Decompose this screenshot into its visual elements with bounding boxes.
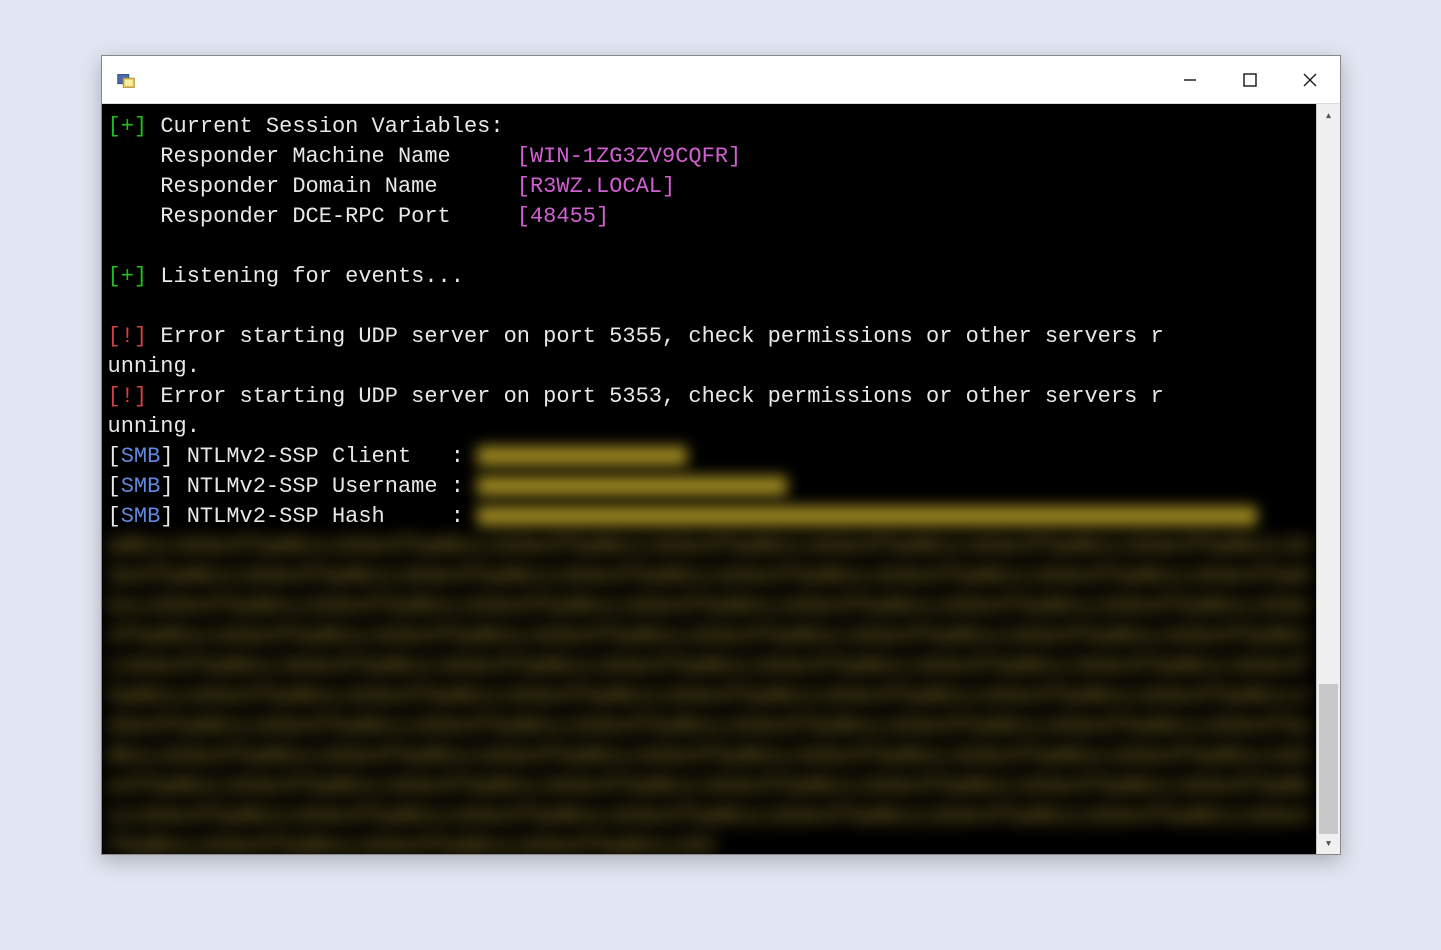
ok-prefix: [+] [108,114,161,139]
redacted-hash-inline: xxxxxxxxxxxxxxxxxxxxxxxxxxxxxxxxxxxxxxxx… [477,506,1257,526]
vertical-scrollbar[interactable]: ▴ ▾ [1316,104,1340,854]
smb-username-label: NTLMv2-SSP Username : [174,474,478,499]
close-button[interactable] [1280,56,1340,104]
terminal-area: [+] Current Session Variables: Responder… [102,104,1340,854]
listening-text: Listening for events... [160,264,464,289]
ok-prefix: [+] [108,264,161,289]
maximize-button[interactable] [1220,56,1280,104]
smb-tag-close: ] [160,474,173,499]
error-line-2a: Error starting UDP server on port 5353, … [160,384,1163,409]
scroll-thumb[interactable] [1319,684,1338,834]
smb-tag-close: ] [160,504,173,529]
minimize-button[interactable] [1160,56,1220,104]
smb-tag-close: ] [160,444,173,469]
smb-tag-open: [ [108,444,121,469]
terminal-window: [+] Current Session Variables: Responder… [101,55,1341,855]
terminal-output[interactable]: [+] Current Session Variables: Responder… [102,104,1316,854]
smb-tag: SMB [121,504,161,529]
err-prefix: [!] [108,384,161,409]
var-domain-value: [R3WZ.LOCAL] [517,174,675,199]
scroll-down-arrow-icon[interactable]: ▾ [1317,832,1340,854]
session-header: Current Session Variables: [160,114,503,139]
smb-tag-open: [ [108,474,121,499]
var-port-label: Responder DCE-RPC Port [108,204,517,229]
redacted-username: xxxxxxxxxxxxxxxxxxxxxx [477,476,787,496]
var-machine-value: [WIN-1ZG3ZV9CQFR] [517,144,741,169]
titlebar [102,56,1340,104]
titlebar-left [114,68,138,92]
window-controls [1160,56,1340,103]
var-domain-label: Responder Domain Name [108,174,517,199]
scroll-up-arrow-icon[interactable]: ▴ [1317,104,1340,126]
redacted-client-ip: 00.00.00.000 [477,446,687,466]
putty-icon [114,68,138,92]
error-line-1a: Error starting UDP server on port 5355, … [160,324,1163,349]
err-prefix: [!] [108,324,161,349]
smb-tag-open: [ [108,504,121,529]
redacted-hash-block: a0b1c2d3e4f5a0b1c2d3e4f5a0b1c2d3e4f5a0b1… [108,532,1310,854]
smb-tag: SMB [121,444,161,469]
error-line-2b: unning. [108,414,200,439]
smb-hash-label: NTLMv2-SSP Hash : [174,504,478,529]
error-line-1b: unning. [108,354,200,379]
var-port-value: [48455] [517,204,609,229]
smb-tag: SMB [121,474,161,499]
smb-client-label: NTLMv2-SSP Client : [174,444,478,469]
var-machine-label: Responder Machine Name [108,144,517,169]
